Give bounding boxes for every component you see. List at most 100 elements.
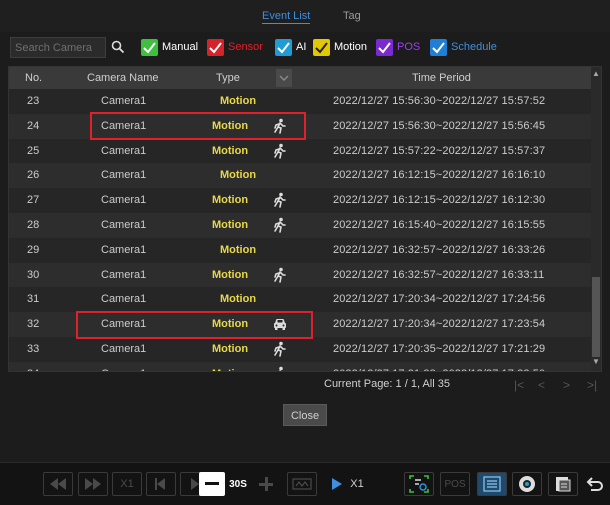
next-page-icon[interactable]: > <box>563 378 570 392</box>
filter-ai[interactable]: AI <box>275 38 306 56</box>
row-time-period: 2022/12/27 17:20:34~2022/12/27 17:23:54 <box>333 318 546 331</box>
scroll-down-icon[interactable]: ▼ <box>591 357 601 369</box>
table-row[interactable]: 27 Camera1 Motion 2022/12/27 16:12:15~2022/… <box>9 188 593 213</box>
row-number: 34 <box>27 368 39 371</box>
highlight-box-vehicle <box>76 311 313 339</box>
manual-icon <box>141 38 158 56</box>
step-plus-icon[interactable] <box>254 472 278 496</box>
filter-manual[interactable]: Manual <box>141 38 198 56</box>
row-camera-name: Camera1 <box>101 268 147 281</box>
row-time-period: 2022/12/27 17:20:35~2022/12/27 17:21:29 <box>333 342 546 355</box>
scroll-up-icon[interactable]: ▲ <box>591 69 601 81</box>
filter-sensor-label: Sensor <box>228 41 263 53</box>
play-icon[interactable] <box>330 472 344 496</box>
step-interval-label: 30S <box>229 478 247 490</box>
filter-motion-label: Motion <box>334 41 368 53</box>
row-number: 32 <box>27 318 40 331</box>
table-row[interactable]: 31 Camera1 Motion 2022/12/27 17:20:34~2022/… <box>9 287 593 313</box>
row-event-type: Motion <box>212 144 249 157</box>
speed-scale-icon[interactable] <box>287 472 317 496</box>
filter-pos-label: POS <box>397 41 421 53</box>
close-button[interactable]: Close <box>283 404 327 426</box>
sensor-icon <box>207 38 224 56</box>
speed-left-label[interactable]: X1 <box>112 472 142 496</box>
snapshot-icon[interactable] <box>512 472 542 496</box>
row-event-type: Motion <box>212 194 249 207</box>
row-time-period: 2022/12/27 16:32:57~2022/12/27 16:33:11 <box>333 268 545 281</box>
playback-toolbar: X1 30S X1 POS <box>0 462 610 505</box>
person-icon <box>272 217 288 233</box>
step-minus-icon[interactable] <box>199 472 225 496</box>
table-row[interactable]: 29 Camera1 Motion 2022/12/27 16:32:57~2022/… <box>9 237 593 263</box>
motion-icon <box>313 38 330 56</box>
row-number: 31 <box>27 293 40 306</box>
row-camera-name: Camera1 <box>101 194 147 207</box>
person-icon <box>272 143 288 159</box>
table-row[interactable]: 23 Camera1 Motion 2022/12/27 15:56:30~2022/… <box>9 89 593 114</box>
header-no[interactable]: No. <box>25 72 42 84</box>
filter-sensor[interactable]: Sensor <box>207 38 263 56</box>
type-filter-dropdown[interactable] <box>276 69 292 87</box>
last-page-icon[interactable]: >| <box>587 378 597 392</box>
row-time-period: 2022/12/27 15:56:30~2022/12/27 15:57:52 <box>333 95 546 107</box>
row-number: 25 <box>27 144 40 157</box>
highlight-box-person <box>90 112 306 140</box>
backup-icon[interactable] <box>548 472 578 496</box>
vertical-scrollbar[interactable]: ▲ ▼ <box>591 67 601 371</box>
row-time-period: 2022/12/27 15:57:22~2022/12/27 15:57:37 <box>333 144 546 157</box>
table-row[interactable]: 30 Camera1 Motion 2022/12/27 16:32:57~2022/… <box>9 262 593 288</box>
row-camera-name: Camera1 <box>101 144 147 157</box>
row-time-period: 2022/12/27 16:32:57~2022/12/27 16:33:26 <box>333 243 546 256</box>
person-icon <box>272 192 288 208</box>
smart-search-icon[interactable] <box>404 472 434 496</box>
table-row[interactable]: 33 Camera1 Motion 2022/12/27 17:20:35~2022/… <box>9 336 593 362</box>
header-type[interactable]: Type <box>216 72 240 84</box>
filter-pos[interactable]: POS <box>376 38 420 56</box>
search-input[interactable]: Search Camera <box>10 37 106 58</box>
row-event-type: Motion <box>212 268 249 281</box>
header-time[interactable]: Time Period <box>412 72 471 84</box>
first-page-icon[interactable]: |< <box>514 378 524 392</box>
rewind-icon[interactable] <box>43 472 73 496</box>
tab-bar: Event List Tag <box>0 0 610 32</box>
table-row[interactable]: 34 Camera1 Motion 2022/12/27 17:21:38~2022/… <box>9 361 593 371</box>
row-event-type: Motion <box>220 169 257 182</box>
row-time-period: 2022/12/27 17:21:38~2022/12/27 17:23:50 <box>333 368 545 371</box>
prev-page-icon[interactable]: < <box>538 378 545 392</box>
search-icon[interactable] <box>111 40 125 54</box>
row-camera-name: Camera1 <box>101 218 147 231</box>
table-row[interactable]: 28 Camera1 Motion 2022/12/27 16:15:40~2022/… <box>9 212 593 238</box>
row-number: 30 <box>27 268 40 281</box>
event-list-icon[interactable] <box>477 472 507 496</box>
row-number: 28 <box>27 218 40 231</box>
table-row[interactable]: 26 Camera1 Motion 2022/12/27 16:12:15~2022/… <box>9 163 593 189</box>
table-row[interactable]: 25 Camera1 Motion 2022/12/27 15:57:22~2022/… <box>9 138 593 164</box>
row-time-period: 2022/12/27 16:12:15~2022/12/27 16:16:10 <box>333 169 546 182</box>
filter-ai-label: AI <box>296 41 307 53</box>
event-table: No. Camera Name Type Time Period 23 Camer… <box>8 66 602 372</box>
tab-event-list[interactable]: Event List <box>262 10 311 24</box>
row-camera-name: Camera1 <box>101 342 147 355</box>
pos-button[interactable]: POS <box>440 472 470 496</box>
event-panel: Event List Tag Search Camera Manual Sens… <box>0 0 610 505</box>
schedule-icon <box>430 38 447 56</box>
row-number: 26 <box>27 169 40 182</box>
row-number: 33 <box>27 342 40 355</box>
header-camera[interactable]: Camera Name <box>87 72 159 84</box>
scroll-thumb[interactable] <box>592 277 600 357</box>
fast-forward-icon[interactable] <box>78 472 108 496</box>
playback-speed-label: X1 <box>350 478 364 490</box>
return-icon[interactable] <box>584 472 606 496</box>
tab-tag[interactable]: Tag <box>343 10 361 22</box>
search-placeholder: Search Camera <box>15 42 93 54</box>
row-camera-name: Camera1 <box>101 169 147 182</box>
pos-icon <box>376 38 393 56</box>
prev-frame-icon[interactable] <box>146 472 176 496</box>
filter-schedule[interactable]: Schedule <box>430 38 497 56</box>
pagination: Current Page: 1 / 1, All 35 |< < > >| <box>0 373 610 399</box>
filter-bar: Search Camera Manual Sensor AI Motion PO… <box>0 32 610 62</box>
filter-schedule-label: Schedule <box>451 41 497 53</box>
row-number: 24 <box>27 119 40 132</box>
filter-motion[interactable]: Motion <box>313 38 367 56</box>
row-event-type: Motion <box>220 95 257 107</box>
